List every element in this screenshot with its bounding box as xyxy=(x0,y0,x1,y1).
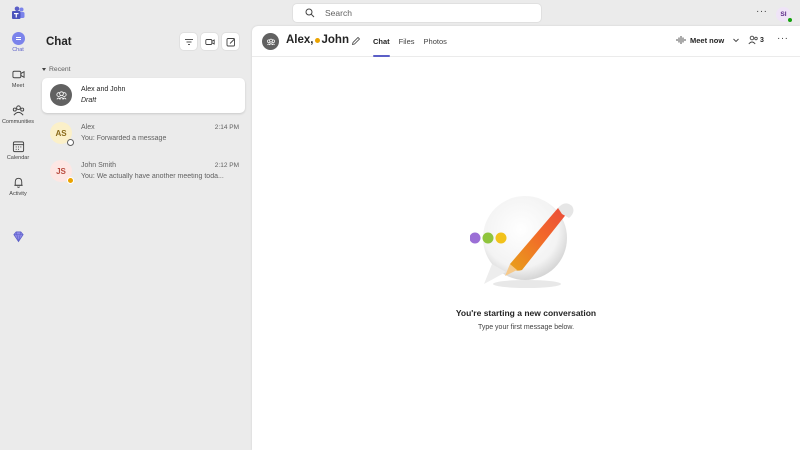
chat-time: 2:14 PM xyxy=(214,124,239,131)
group-avatar xyxy=(50,84,72,106)
profile-initials: SI xyxy=(780,11,787,18)
chat-list-panel: Chat Recent Alex and John Draft AS Alex … xyxy=(36,26,251,450)
offline-status-icon xyxy=(67,139,74,146)
conversation-title[interactable]: Alex , John xyxy=(286,34,349,46)
rail-item-activity[interactable]: Activity xyxy=(0,176,36,208)
title-bar: Search ··· SI xyxy=(0,0,800,26)
group-people-icon xyxy=(266,38,275,45)
chat-preview: You: We actually have another meeting to… xyxy=(81,173,224,180)
chat-list-item[interactable]: AS Alex You: Forwarded a message 2:14 PM xyxy=(42,116,245,151)
tab-photos[interactable]: Photos xyxy=(424,26,447,57)
rail-label-meet: Meet xyxy=(11,83,25,89)
available-status-icon xyxy=(787,17,793,23)
premium-diamond-icon xyxy=(12,231,24,243)
bell-icon xyxy=(13,177,23,188)
tab-files[interactable]: Files xyxy=(399,26,415,57)
recent-section-toggle[interactable]: Recent xyxy=(42,66,71,73)
conversation-header: Alex , John Chat Files Photos Meet now 3… xyxy=(252,26,800,57)
rail-label-activity: Activity xyxy=(9,191,27,197)
title-separator: , xyxy=(310,34,314,46)
recent-section-label: Recent xyxy=(49,66,71,73)
more-options-button[interactable]: ··· xyxy=(777,33,789,44)
teams-logo-icon xyxy=(12,6,25,19)
conversation-tabs: Chat Files Photos xyxy=(373,26,456,57)
filter-button[interactable] xyxy=(180,33,197,50)
caret-down-icon xyxy=(42,68,46,71)
chevron-down-icon[interactable] xyxy=(732,36,740,44)
profile-avatar[interactable]: SI xyxy=(776,7,793,23)
chat-preview: Draft xyxy=(81,97,97,104)
rail-label-chat: Chat xyxy=(12,47,24,53)
chat-list-title: Chat xyxy=(46,36,72,48)
communities-icon xyxy=(12,105,24,116)
group-avatar[interactable] xyxy=(262,33,279,50)
avatar-initials: AS xyxy=(55,128,67,138)
empty-state-subtitle: Type your first message below. xyxy=(477,324,575,331)
rail-item-calendar[interactable]: Calendar xyxy=(0,140,36,172)
chat-list-item[interactable]: Alex and John Draft xyxy=(42,78,245,113)
conversation-pane: Alex , John Chat Files Photos Meet now 3… xyxy=(252,26,800,450)
video-icon xyxy=(204,38,215,45)
new-conversation-illustration xyxy=(470,196,574,288)
participant-count: 3 xyxy=(760,36,764,44)
chat-name: John Smith xyxy=(81,162,117,169)
new-chat-button[interactable] xyxy=(222,33,239,50)
chat-list-item[interactable]: JS John Smith You: We actually have anot… xyxy=(42,154,245,189)
empty-state-title: You're starting a new conversation xyxy=(455,308,597,318)
avatar-initials: JS xyxy=(56,166,66,176)
rail-label-calendar: Calendar xyxy=(6,155,30,161)
participant-name: John xyxy=(321,34,349,46)
app-rail: Chat Meet Communities Calendar Activity xyxy=(0,26,36,450)
away-status-icon xyxy=(67,177,74,184)
meet-now-button[interactable]: Meet now xyxy=(676,35,724,45)
edit-pencil-icon[interactable] xyxy=(351,36,361,46)
meet-now-label: Meet now xyxy=(690,35,725,45)
chat-name: Alex and John xyxy=(81,86,126,93)
chat-time: 2:12 PM xyxy=(214,162,239,169)
chat-name: Alex xyxy=(81,124,95,131)
avatar: JS xyxy=(50,160,74,184)
away-status-icon xyxy=(314,37,320,43)
calendar-icon xyxy=(12,141,24,153)
participant-name: Alex xyxy=(286,34,311,46)
rail-label-communities: Communities xyxy=(1,119,35,125)
avatar: AS xyxy=(50,122,74,146)
rail-item-communities[interactable]: Communities xyxy=(0,104,36,136)
rail-item-chat[interactable]: Chat xyxy=(0,32,36,64)
participants-button[interactable]: 3 xyxy=(748,35,764,45)
chat-icon xyxy=(11,32,25,45)
meet-now-video-button[interactable] xyxy=(201,33,218,50)
video-icon xyxy=(11,70,25,79)
search-placeholder: Search xyxy=(325,8,352,18)
search-input[interactable]: Search xyxy=(293,4,541,22)
chat-preview: You: Forwarded a message xyxy=(81,135,167,142)
compose-icon xyxy=(226,37,235,46)
tab-chat[interactable]: Chat xyxy=(373,26,390,57)
rail-item-meet[interactable]: Meet xyxy=(0,68,36,100)
people-icon xyxy=(748,35,758,45)
group-people-icon xyxy=(55,90,67,99)
rail-item-premium[interactable] xyxy=(0,230,36,262)
settings-more-button[interactable]: ··· xyxy=(756,6,768,17)
search-icon xyxy=(305,8,315,18)
filter-icon xyxy=(184,38,193,45)
audio-wave-icon xyxy=(676,36,686,44)
